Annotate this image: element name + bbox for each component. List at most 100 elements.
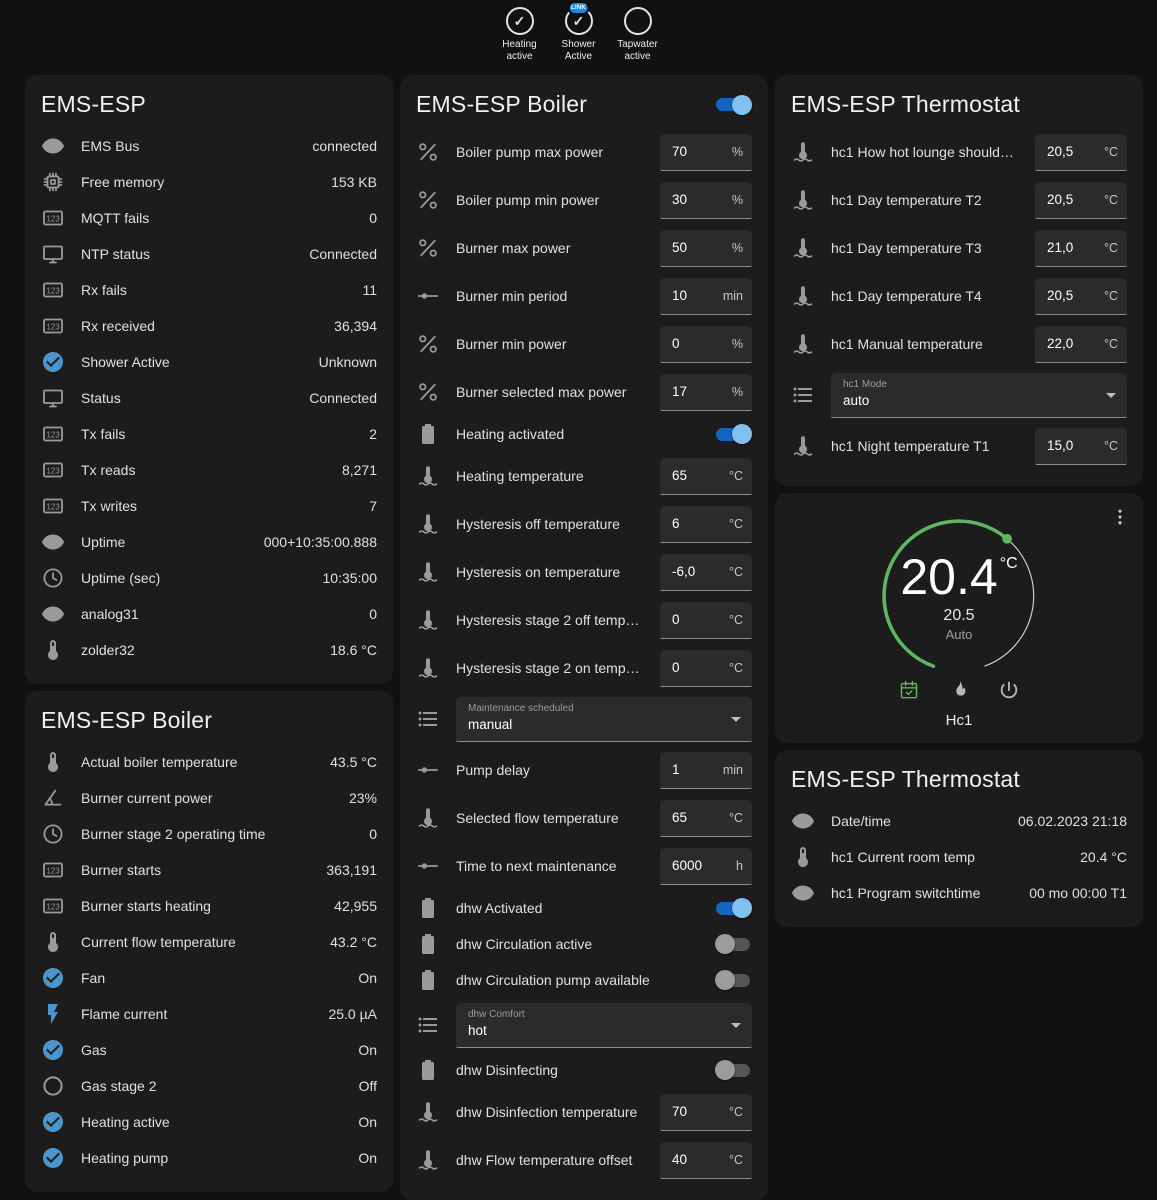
entity-row: zolder3218.6 °C	[41, 632, 377, 668]
current-temperature: 20.4	[900, 552, 997, 602]
number-input[interactable]: 70%	[660, 134, 752, 171]
thermometer-water-icon	[791, 284, 815, 308]
number-input[interactable]: 6°C	[660, 506, 752, 543]
number-input[interactable]: 20,5°C	[1035, 278, 1127, 315]
number-input[interactable]: 17%	[660, 374, 752, 411]
number-unit: %	[732, 337, 743, 351]
check-circle-icon: ✓	[506, 7, 534, 35]
entity-value: 43.2 °C	[330, 934, 377, 950]
number-unit: °C	[729, 811, 743, 825]
number-value: 0	[672, 660, 725, 675]
toggle-knob	[715, 970, 735, 990]
monitor-icon	[41, 242, 65, 266]
entity-label: Hysteresis stage 2 on temp…	[456, 660, 650, 676]
select-input[interactable]: dhw Comforthot	[456, 1003, 752, 1048]
number-input[interactable]: 65°C	[660, 458, 752, 495]
entity-label: Current flow temperature	[81, 934, 320, 950]
entity-value: 25.0 µA	[328, 1006, 377, 1022]
number-value: 20,5	[1047, 144, 1100, 159]
entity-label: hc1 Day temperature T3	[831, 240, 1025, 256]
number-input[interactable]: 0%	[660, 326, 752, 363]
badge-shower-active[interactable]: ✓LINKShower Active	[554, 7, 604, 63]
svg-text:123: 123	[46, 286, 60, 295]
badge-tapwater-active[interactable]: Tapwater active	[613, 7, 663, 63]
select-input[interactable]: hc1 Modeauto	[831, 373, 1127, 418]
entity-row: Hysteresis stage 2 off temp…0°C	[416, 596, 752, 644]
number-value: 65	[672, 810, 725, 825]
number-unit: min	[723, 289, 743, 303]
entity-label: Burner selected max power	[456, 384, 650, 400]
entity-toggle[interactable]	[715, 424, 752, 444]
check-circle-icon	[41, 1146, 65, 1170]
entity-toggle[interactable]	[715, 970, 752, 990]
number-value: 6	[672, 516, 725, 531]
entity-toggle[interactable]	[715, 898, 752, 918]
thermometer-water-icon	[791, 188, 815, 212]
number-input[interactable]: 70°C	[660, 1094, 752, 1131]
number-input[interactable]: 1min	[660, 752, 752, 789]
entity-row: dhw Activated	[416, 890, 752, 926]
number-input[interactable]: 50%	[660, 230, 752, 267]
number-input[interactable]: -6,0°C	[660, 554, 752, 591]
card-header: EMS-ESP Thermostat	[775, 750, 1143, 803]
entity-row: Date/time06.02.2023 21:18	[791, 803, 1127, 839]
entity-row: Selected flow temperature65°C	[416, 794, 752, 842]
eye-icon	[791, 809, 815, 833]
number-input[interactable]: 0°C	[660, 650, 752, 687]
eye-icon	[41, 530, 65, 554]
entity-label: Burner current power	[81, 790, 339, 806]
state-badges: ✓Heating active✓LINKShower ActiveTapwate…	[495, 7, 663, 63]
number-input[interactable]: 20,5°C	[1035, 134, 1127, 171]
number-input[interactable]: 20,5°C	[1035, 182, 1127, 219]
battery-icon	[416, 1058, 440, 1082]
entity-row: Burner min period10min	[416, 272, 752, 320]
entity-value: 0	[369, 606, 377, 622]
number-input[interactable]: 10min	[660, 278, 752, 315]
entity-toggle[interactable]	[715, 934, 752, 954]
entity-value: 2	[369, 426, 377, 442]
entity-value: Connected	[309, 390, 377, 406]
entity-label: Tx reads	[81, 462, 332, 478]
entity-row: Shower ActiveUnknown	[41, 344, 377, 380]
entity-label: hc1 Day temperature T2	[831, 192, 1025, 208]
circle-outline-icon	[624, 7, 652, 35]
thermometer-water-icon	[416, 608, 440, 632]
thermostat-dial[interactable]: 20.4°C20.5Auto	[870, 507, 1048, 685]
number-unit: °C	[729, 613, 743, 627]
number-unit: °C	[729, 469, 743, 483]
number-input[interactable]: 22,0°C	[1035, 326, 1127, 363]
entity-row: 123Burner starts363,191	[41, 852, 377, 888]
card-enable-toggle[interactable]	[715, 95, 752, 115]
entity-row: 123Rx fails11	[41, 272, 377, 308]
chevron-down-icon	[731, 717, 741, 722]
number-input[interactable]: 21,0°C	[1035, 230, 1127, 267]
more-menu-button[interactable]	[1105, 503, 1135, 533]
entity-row: 123MQTT fails0	[41, 200, 377, 236]
number-input[interactable]: 65 °C	[660, 800, 752, 837]
number-input[interactable]: 15,0°C	[1035, 428, 1127, 465]
number-input[interactable]: 0°C	[660, 602, 752, 639]
entity-row: analog310	[41, 596, 377, 632]
badge-heating-active[interactable]: ✓Heating active	[495, 7, 545, 63]
card-body: EMS BusconnectedFree memory153 KB123MQTT…	[25, 128, 393, 684]
number-value: 17	[672, 384, 728, 399]
entity-toggle[interactable]	[715, 1060, 752, 1080]
thermometer-water-icon	[791, 434, 815, 458]
eye-icon	[41, 134, 65, 158]
link-chip: LINK	[567, 1, 590, 15]
number-input[interactable]: 40°C	[660, 1142, 752, 1179]
card-header: EMS-ESP	[25, 75, 393, 128]
svg-text:123: 123	[46, 866, 60, 875]
card-title: EMS-ESP Thermostat	[791, 91, 1020, 118]
entity-value: On	[358, 970, 377, 986]
entity-row: hc1 Manual temperature22,0°C	[791, 320, 1127, 368]
percent-icon	[416, 236, 440, 260]
entity-label: Boiler pump max power	[456, 144, 650, 160]
number-input[interactable]: 30%	[660, 182, 752, 219]
toggle-knob	[715, 934, 735, 954]
counter-icon: 123	[41, 858, 65, 882]
header: ✓Heating active✓LINKShower ActiveTapwate…	[0, 0, 1157, 75]
select-input[interactable]: Maintenance scheduledmanual	[456, 697, 752, 742]
current-temperature-block: 20.4°C	[900, 552, 1017, 602]
number-input[interactable]: 6000h	[660, 848, 752, 885]
